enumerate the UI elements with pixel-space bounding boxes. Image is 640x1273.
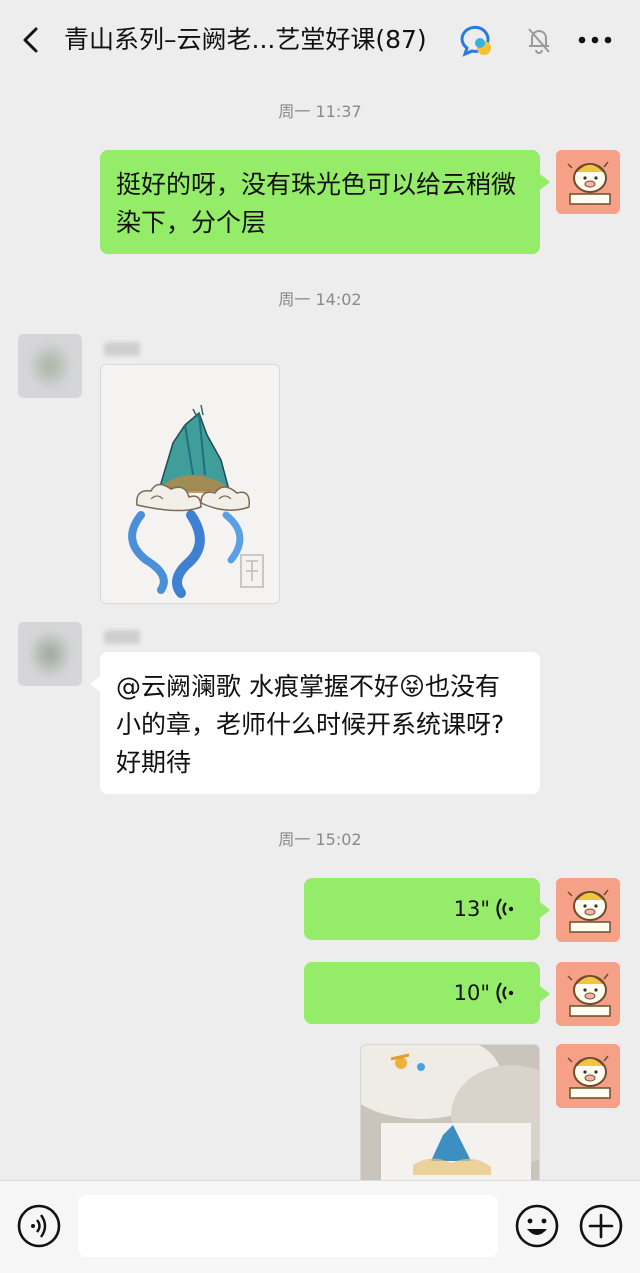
input-bar [0,1180,640,1273]
voice-message-bubble[interactable]: 13" [304,878,550,940]
emoji-icon[interactable] [514,1203,560,1249]
voice-wave-icon [496,982,514,1004]
group-chat-badge-icon [460,25,491,57]
voice-wave-icon [496,898,514,920]
my-avatar[interactable] [556,878,620,942]
timestamp: 周一 11:37 [278,102,362,121]
tongue-out-emoji: 😝 [398,672,426,701]
my-avatar[interactable] [556,1044,620,1108]
sender-avatar[interactable] [18,334,82,398]
voice-input-icon[interactable] [16,1203,62,1249]
chevron-left-icon[interactable] [18,26,46,54]
mountain-painting-image[interactable] [100,364,280,604]
sender-avatar[interactable] [18,622,82,686]
cartoon-pig-icon [556,878,620,942]
sent-message-bubble[interactable]: 挺好的呀，没有珠光色可以给云稍微染下，分个层 [100,150,550,254]
message-text: @云阙澜歌 水痕掌握不好 [116,672,399,701]
voice-duration: 10" [453,981,490,1005]
painting-illustration [101,365,279,603]
photo-illustration [361,1045,539,1185]
my-avatar[interactable] [556,150,620,214]
cartoon-pig-icon [556,150,620,214]
voice-message-bubble[interactable]: 10" [304,962,550,1024]
timestamp: 周一 14:02 [278,290,362,309]
timestamp: 周一 15:02 [278,830,362,849]
plus-icon[interactable] [578,1203,624,1249]
message-text: 挺好的呀，没有珠光色可以给云稍微染下，分个层 [116,170,517,237]
sender-nickname [104,630,140,644]
sent-photo-image[interactable] [360,1044,540,1186]
chat-title: 青山系列–云阙老...艺堂好课(87) [64,25,427,54]
muted-bell-icon [528,28,550,54]
message-input[interactable] [78,1195,498,1257]
cartoon-pig-icon [556,1044,620,1108]
sender-nickname [104,342,140,356]
my-avatar[interactable] [556,962,620,1026]
chat-header: 青山系列–云阙老...艺堂好课(87) [0,0,640,80]
voice-duration: 13" [453,897,490,921]
more-dots-icon[interactable] [578,36,612,44]
received-message-bubble[interactable]: @云阙澜歌 水痕掌握不好😝也没有小的章，老师什么时候开系统课呀?好期待 [90,652,540,794]
cartoon-pig-icon [556,962,620,1026]
